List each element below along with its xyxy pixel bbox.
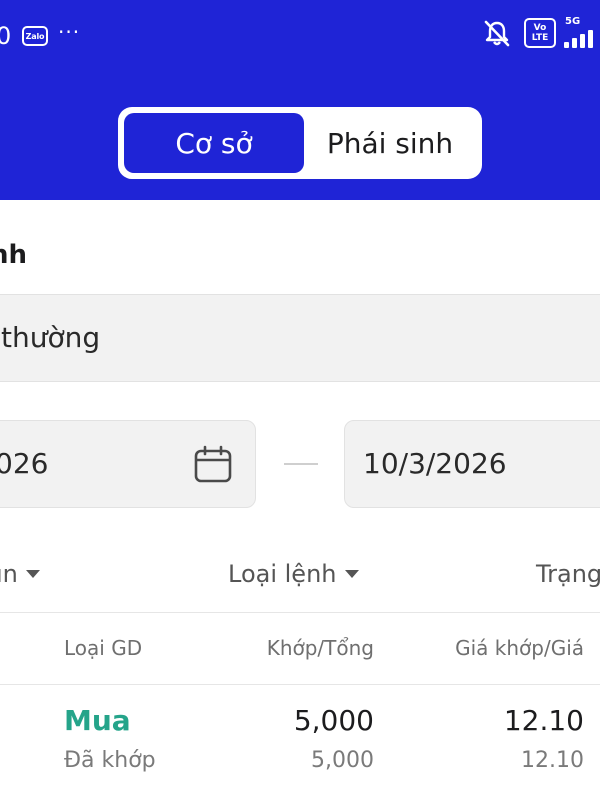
filter-order-type-dropdown[interactable]: Loại lệnh: [228, 560, 359, 588]
more-icon: ···: [58, 20, 81, 44]
date-from-field[interactable]: 026: [0, 420, 256, 508]
clock-fragment: 0: [0, 22, 10, 50]
status-bar-left: 0 Zalo ···: [0, 22, 80, 50]
filter-order-type-label: Loại lệnh: [228, 560, 337, 588]
row-matched-qty: 5,000: [293, 704, 374, 737]
row-total-qty: 5,000: [311, 748, 374, 773]
header: 0 Zalo ··· Vo LTE 5G Cơ sở Phái sinh: [0, 0, 600, 200]
network-type: 5G: [565, 16, 581, 27]
zalo-icon: Zalo: [22, 26, 48, 46]
volte-top: Vo: [533, 23, 547, 33]
row-matched-price: 12.10: [503, 704, 584, 737]
chevron-down-icon: [25, 570, 40, 578]
chevron-down-icon: [344, 570, 359, 578]
calendar-icon[interactable]: [193, 445, 233, 485]
filter-left-label: ın: [0, 560, 18, 588]
signal-bars: [564, 30, 593, 48]
divider: [0, 612, 600, 613]
tab-co-so[interactable]: Cơ sở: [124, 113, 304, 173]
divider: [0, 684, 600, 685]
volte-icon: Vo LTE: [524, 18, 556, 48]
market-segmented-control: Cơ sở Phái sinh: [118, 107, 482, 179]
tab-phai-sinh[interactable]: Phái sinh: [304, 113, 476, 173]
date-to-field[interactable]: 10/3/2026: [344, 420, 600, 508]
order-type-select[interactable]: thường: [0, 294, 600, 382]
filter-left-dropdown[interactable]: ın: [0, 560, 40, 588]
row-order-price: 12.10: [521, 748, 584, 773]
row-side: Mua: [64, 704, 131, 737]
signal-icon: 5G: [564, 16, 600, 50]
volte-bottom: LTE: [531, 33, 549, 43]
row-status: Đã khớp: [64, 748, 156, 773]
date-range-separator: [284, 463, 318, 465]
order-type-label: nh: [0, 240, 28, 270]
filter-status-dropdown[interactable]: Trạng: [536, 560, 600, 588]
date-from-value: 026: [0, 447, 49, 480]
bell-off-icon: [484, 20, 510, 47]
column-header-qty: Khớp/Tổng: [266, 636, 374, 660]
order-type-value: thường: [1, 321, 101, 354]
date-to-value: 10/3/2026: [363, 447, 507, 480]
status-bar-right: Vo LTE 5G: [482, 16, 600, 50]
column-header-side: Loại GD: [64, 636, 143, 660]
column-header-price: Giá khớp/Giá: [455, 636, 584, 660]
filter-status-label: Trạng: [536, 560, 600, 588]
